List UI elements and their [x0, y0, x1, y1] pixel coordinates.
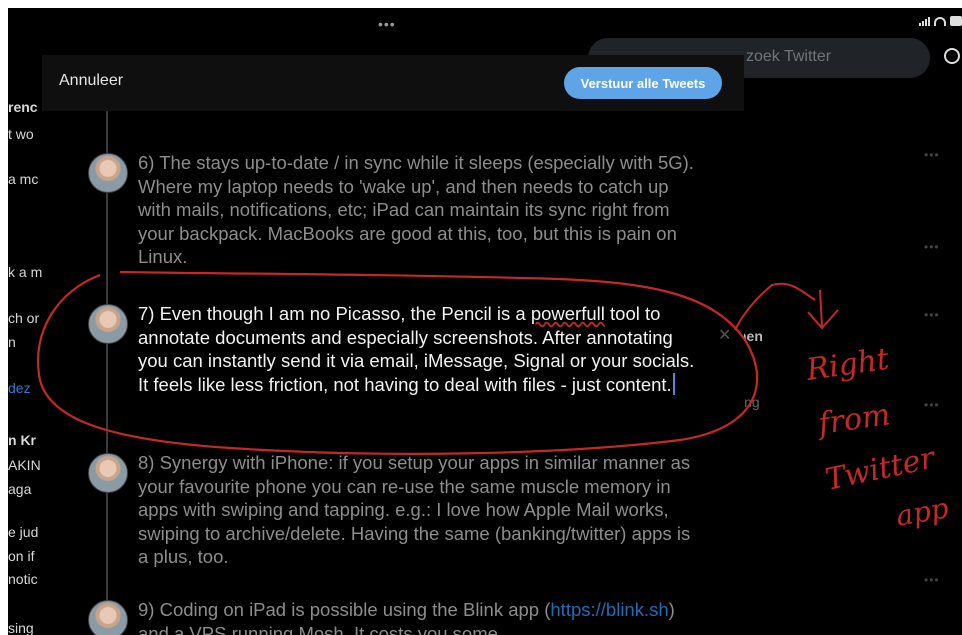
annotation-text: Right from Twitter app	[803, 342, 951, 533]
arrow-head-icon	[807, 289, 839, 330]
annotation-line: from	[814, 397, 892, 442]
handwritten-annotation: Right from Twitter app	[37, 270, 951, 533]
annotation-line: Twitter	[822, 440, 939, 498]
arrow-line	[734, 282, 816, 331]
annotation-line: Right	[803, 342, 892, 388]
circle-annotation	[37, 270, 759, 455]
annotation-line: app	[893, 491, 951, 533]
